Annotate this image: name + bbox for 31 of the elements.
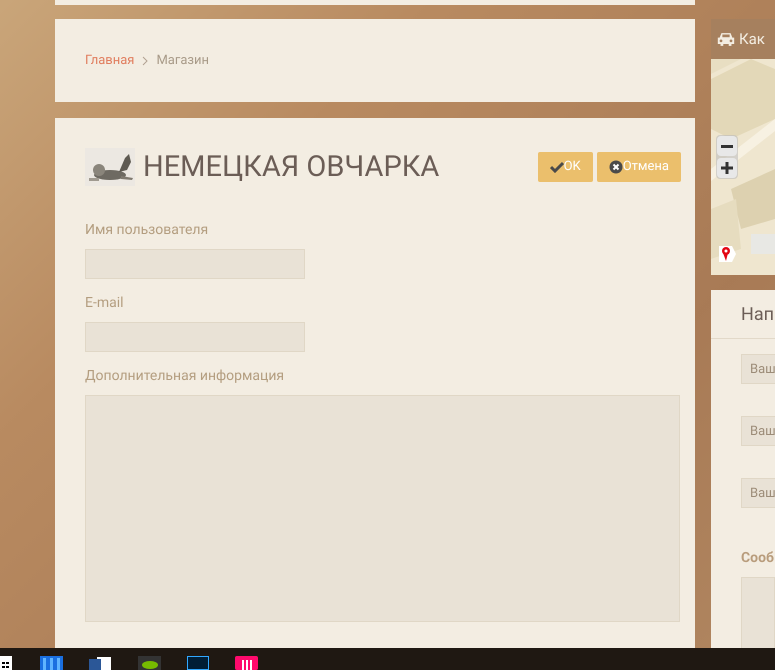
panel-title: Как [739,28,765,50]
input-field[interactable] [85,322,305,352]
zoom-in-button[interactable] [717,158,737,178]
car-icon [716,32,736,46]
field-label: Имя пользователя [85,221,210,240]
field-label: E-mail [85,294,125,313]
panel-title: Нап [741,302,774,327]
product-title: НЕМЕЦКАЯ ОВЧАРКА [143,152,440,182]
breadcrumb-current: Магазин [156,52,209,70]
minus-icon [721,144,733,148]
message-field[interactable] [741,577,775,650]
eye-app-icon[interactable] [138,656,161,670]
document-app-icon[interactable] [89,656,112,670]
chevron-icon [142,56,148,66]
bars-app-icon[interactable] [235,656,258,670]
input-field[interactable] [85,249,305,279]
input-field[interactable]: Ваш [741,354,775,384]
field-label: Дополнительная информация [85,367,286,386]
zoom-out-button[interactable] [717,136,737,156]
breadcrumb-link[interactable]: Главная [85,50,134,70]
ok-button[interactable]: OK [538,152,593,182]
plus-icon [721,162,733,174]
close-icon [608,160,623,174]
photo-editor-icon[interactable] [187,656,209,670]
input-field[interactable]: Ваш [741,416,775,446]
input-field[interactable]: Ваш [741,478,775,508]
field-label: Сооб [741,549,775,568]
cancel-button[interactable]: Отмена [596,152,681,182]
calculator-icon[interactable] [0,656,12,670]
checkmark-icon [550,161,564,173]
map-pin-icon [717,244,737,264]
